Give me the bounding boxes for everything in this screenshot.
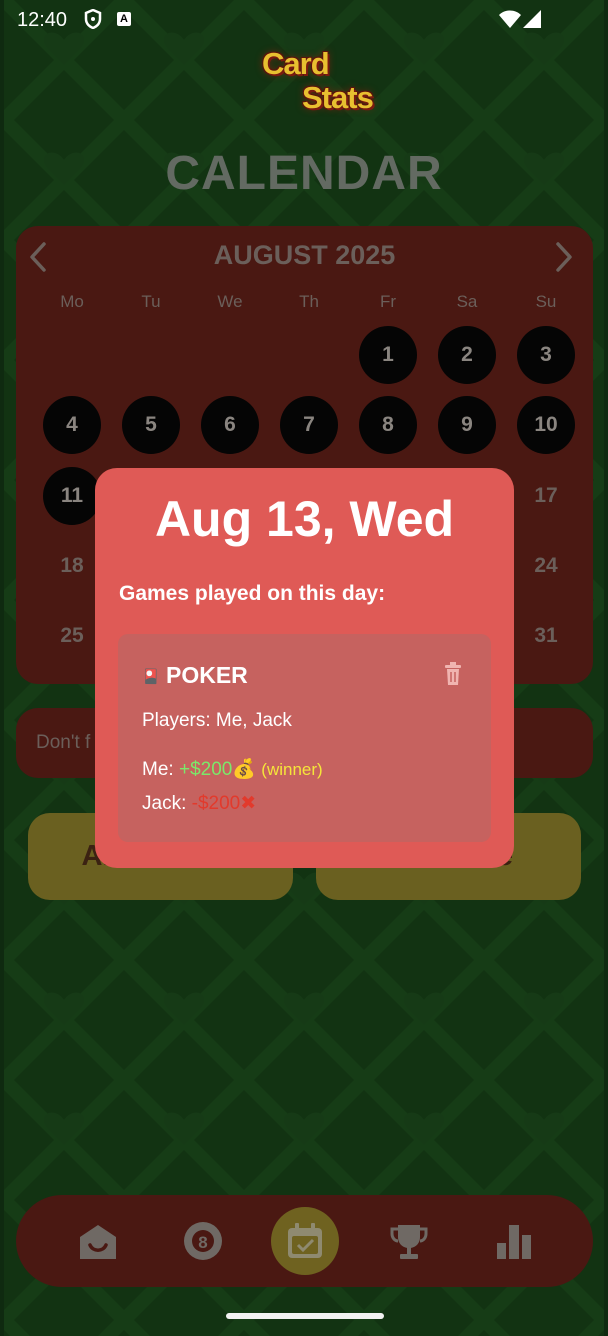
calendar-day[interactable]: 2 [438, 326, 496, 384]
pool-ball-icon: 8 [184, 1222, 222, 1260]
calendar-icon [288, 1223, 322, 1258]
home-icon [80, 1225, 116, 1259]
calendar-day[interactable]: 9 [438, 396, 496, 454]
reminder-text: Don't f [36, 732, 91, 753]
game-name: POKER [166, 662, 248, 688]
result-row: Me: +$200💰 (winner) [142, 757, 323, 781]
calendar-day[interactable]: 1 [359, 326, 417, 384]
weekday-label: Su [535, 292, 557, 311]
calendar-day[interactable]: 11 [43, 467, 101, 525]
chevron-right-icon[interactable] [552, 240, 576, 274]
calendar-day[interactable]: 8 [359, 396, 417, 454]
status-time: 12:40 [17, 9, 68, 31]
bottom-navigation: 8 [16, 1195, 593, 1287]
trash-icon[interactable] [444, 662, 462, 686]
cards-icon: 🎴 [142, 668, 160, 684]
calendar-day[interactable]: 3 [517, 326, 575, 384]
signal-icon [523, 10, 541, 28]
gesture-home-bar[interactable] [226, 1313, 384, 1319]
calendar-day[interactable]: 4 [43, 396, 101, 454]
nav-calendar[interactable] [271, 1207, 339, 1275]
calendar-day[interactable]: 31 [517, 607, 575, 665]
logo-line-1: Card [262, 46, 330, 81]
dialog-date-title: Aug 13, Wed [154, 491, 455, 547]
wifi-icon [499, 10, 521, 28]
weekday-label: Fr [379, 292, 397, 311]
calendar-day[interactable]: 6 [201, 396, 259, 454]
weekday-label: Sa [456, 292, 478, 311]
dialog-subtitle: Games played on this day: [119, 582, 386, 605]
nav-leaderboard[interactable] [375, 1207, 443, 1275]
calendar-day[interactable]: 24 [517, 537, 575, 595]
result-player: Jack: [142, 793, 187, 814]
nav-stats[interactable] [480, 1207, 548, 1275]
accessibility-a-icon: A [117, 12, 131, 26]
calendar-day[interactable]: 7 [280, 396, 338, 454]
calendar-day[interactable]: 17 [517, 467, 575, 525]
month-title: AUGUST 2025 [213, 240, 396, 270]
result-row: Jack: -$200✖ [142, 792, 256, 815]
cross-icon: ✖ [240, 793, 257, 814]
result-player: Me: [142, 759, 174, 780]
logo-line-2: Stats [302, 80, 374, 115]
weekday-label: Mo [60, 292, 84, 311]
svg-text:8: 8 [198, 1233, 207, 1252]
trophy-icon [390, 1225, 428, 1259]
result-amount: -$200 [191, 793, 241, 814]
app-screen: 12:40 A Card Stats CALENDAR AUGUST 2025 … [4, 0, 604, 1336]
calendar-day[interactable]: 10 [517, 396, 575, 454]
calendar-day[interactable]: 5 [122, 396, 180, 454]
weekday-label: Tu [141, 292, 161, 311]
weekday-label: We [217, 292, 243, 311]
winner-label: (winner) [261, 760, 323, 779]
card-stats-logo: Card Stats [256, 46, 386, 122]
game-entry-card: 🎴 POKER Players: Me, Jack Me: +$200💰 (wi… [118, 634, 491, 842]
money-bag-icon: 💰 [232, 759, 257, 780]
nav-games[interactable]: 8 [169, 1207, 237, 1275]
bar-chart-icon [497, 1225, 531, 1259]
calendar-day[interactable]: 18 [43, 537, 101, 595]
players-list: Players: Me, Jack [142, 710, 292, 731]
shield-icon [84, 9, 102, 29]
nav-home[interactable] [64, 1207, 132, 1275]
page-title: CALENDAR [165, 147, 443, 200]
weekday-label: Th [299, 292, 319, 311]
calendar-day[interactable]: 25 [43, 607, 101, 665]
result-amount: +$200 [178, 759, 233, 780]
day-details-dialog: Aug 13, Wed Games played on this day: 🎴 … [95, 468, 514, 868]
status-bar: 12:40 A [4, 0, 604, 40]
